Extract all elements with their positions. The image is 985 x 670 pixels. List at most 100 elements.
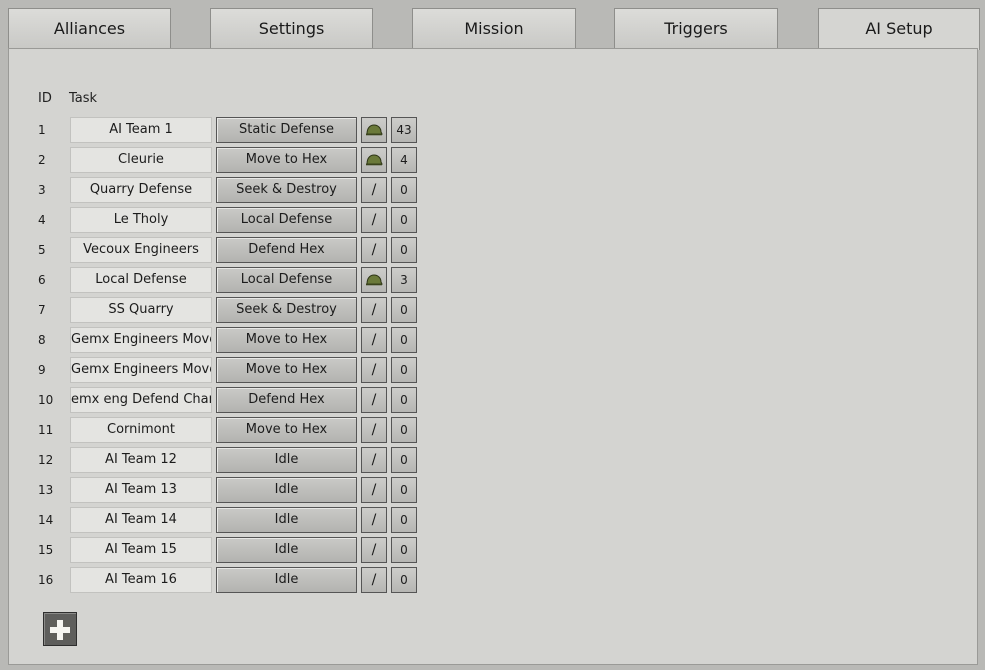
- table-row: 3 Quarry Defense Seek & Destroy / 0: [0, 177, 430, 203]
- row-id: 12: [38, 453, 54, 467]
- unit-toggle-button[interactable]: /: [361, 447, 387, 473]
- unit-toggle-button[interactable]: /: [361, 387, 387, 413]
- task-button[interactable]: Idle: [216, 537, 357, 563]
- task-button[interactable]: Local Defense: [216, 207, 357, 233]
- unit-toggle-button[interactable]: /: [361, 297, 387, 323]
- table-row: 9 Gemx Engineers Move I Move to Hex / 0: [0, 357, 430, 383]
- team-name-field[interactable]: Gemx Engineers Move I: [70, 357, 212, 383]
- unit-count-button[interactable]: 4: [391, 147, 417, 173]
- task-button[interactable]: Defend Hex: [216, 237, 357, 263]
- row-id: 11: [38, 423, 54, 437]
- task-button[interactable]: Local Defense: [216, 267, 357, 293]
- unit-count-button[interactable]: 0: [391, 417, 417, 443]
- unit-toggle-button[interactable]: /: [361, 567, 387, 593]
- row-id: 6: [38, 273, 46, 287]
- unit-toggle-button[interactable]: /: [361, 327, 387, 353]
- team-name-field[interactable]: AI Team 12: [70, 447, 212, 473]
- team-name-field[interactable]: Cleurie: [70, 147, 212, 173]
- team-name-field[interactable]: emx eng Defend Champ: [70, 387, 212, 413]
- unit-count-button[interactable]: 0: [391, 207, 417, 233]
- add-team-button[interactable]: [43, 612, 77, 646]
- unit-toggle-button[interactable]: /: [361, 177, 387, 203]
- table-row: 1 AI Team 1 Static Defense 43: [0, 117, 430, 143]
- slash-icon: /: [371, 332, 377, 348]
- slash-icon: /: [371, 512, 377, 528]
- tab-mission[interactable]: Mission: [412, 8, 576, 48]
- unit-toggle-button[interactable]: [361, 147, 387, 173]
- unit-count-button[interactable]: 0: [391, 507, 417, 533]
- team-name-field[interactable]: Gemx Engineers Move I: [70, 327, 212, 353]
- table-row: 12 AI Team 12 Idle / 0: [0, 447, 430, 473]
- unit-count-button[interactable]: 0: [391, 327, 417, 353]
- helmet-icon: [366, 274, 383, 286]
- slash-icon: /: [371, 212, 377, 228]
- tab-ai-setup[interactable]: AI Setup: [818, 8, 980, 50]
- tab-settings[interactable]: Settings: [210, 8, 373, 48]
- unit-count-button[interactable]: 0: [391, 357, 417, 383]
- table-row: 11 Cornimont Move to Hex / 0: [0, 417, 430, 443]
- team-name-field[interactable]: Local Defense: [70, 267, 212, 293]
- task-button[interactable]: Defend Hex: [216, 387, 357, 413]
- unit-count-button[interactable]: 0: [391, 237, 417, 263]
- team-name-field[interactable]: AI Team 16: [70, 567, 212, 593]
- task-button[interactable]: Move to Hex: [216, 417, 357, 443]
- unit-count-button[interactable]: 0: [391, 387, 417, 413]
- row-id: 14: [38, 513, 54, 527]
- table-row: 4 Le Tholy Local Defense / 0: [0, 207, 430, 233]
- task-button[interactable]: Idle: [216, 477, 357, 503]
- table-row: 15 AI Team 15 Idle / 0: [0, 537, 430, 563]
- team-name-field[interactable]: AI Team 15: [70, 537, 212, 563]
- row-id: 3: [38, 183, 46, 197]
- unit-toggle-button[interactable]: /: [361, 537, 387, 563]
- task-button[interactable]: Move to Hex: [216, 147, 357, 173]
- slash-icon: /: [371, 482, 377, 498]
- unit-count-button[interactable]: 3: [391, 267, 417, 293]
- slash-icon: /: [371, 392, 377, 408]
- row-id: 2: [38, 153, 46, 167]
- team-name-field[interactable]: Cornimont: [70, 417, 212, 443]
- unit-toggle-button[interactable]: [361, 117, 387, 143]
- team-name-field[interactable]: Vecoux Engineers: [70, 237, 212, 263]
- unit-toggle-button[interactable]: /: [361, 477, 387, 503]
- row-id: 4: [38, 213, 46, 227]
- task-button[interactable]: Idle: [216, 507, 357, 533]
- unit-count-button[interactable]: 0: [391, 477, 417, 503]
- unit-count-button[interactable]: 0: [391, 447, 417, 473]
- tab-triggers[interactable]: Triggers: [614, 8, 778, 48]
- unit-count-button[interactable]: 0: [391, 537, 417, 563]
- row-id: 8: [38, 333, 46, 347]
- team-name-field[interactable]: AI Team 1: [70, 117, 212, 143]
- unit-toggle-button[interactable]: /: [361, 357, 387, 383]
- task-button[interactable]: Seek & Destroy: [216, 177, 357, 203]
- slash-icon: /: [371, 542, 377, 558]
- slash-icon: /: [371, 452, 377, 468]
- unit-toggle-button[interactable]: /: [361, 207, 387, 233]
- task-button[interactable]: Idle: [216, 567, 357, 593]
- unit-count-button[interactable]: 0: [391, 177, 417, 203]
- slash-icon: /: [371, 422, 377, 438]
- plus-icon: [50, 620, 70, 640]
- unit-toggle-button[interactable]: [361, 267, 387, 293]
- unit-toggle-button[interactable]: /: [361, 417, 387, 443]
- table-row: 14 AI Team 14 Idle / 0: [0, 507, 430, 533]
- task-button[interactable]: Idle: [216, 447, 357, 473]
- task-button[interactable]: Static Defense: [216, 117, 357, 143]
- unit-count-button[interactable]: 0: [391, 567, 417, 593]
- task-button[interactable]: Move to Hex: [216, 327, 357, 353]
- helmet-icon: [366, 154, 383, 166]
- unit-toggle-button[interactable]: /: [361, 507, 387, 533]
- team-name-field[interactable]: AI Team 13: [70, 477, 212, 503]
- team-name-field[interactable]: AI Team 14: [70, 507, 212, 533]
- unit-toggle-button[interactable]: /: [361, 237, 387, 263]
- row-id: 1: [38, 123, 46, 137]
- row-id: 16: [38, 573, 54, 587]
- team-name-field[interactable]: SS Quarry: [70, 297, 212, 323]
- unit-count-button[interactable]: 43: [391, 117, 417, 143]
- task-button[interactable]: Move to Hex: [216, 357, 357, 383]
- unit-count-button[interactable]: 0: [391, 297, 417, 323]
- team-name-field[interactable]: Le Tholy: [70, 207, 212, 233]
- task-button[interactable]: Seek & Destroy: [216, 297, 357, 323]
- tab-alliances[interactable]: Alliances: [8, 8, 171, 48]
- team-name-field[interactable]: Quarry Defense: [70, 177, 212, 203]
- row-id: 9: [38, 363, 46, 377]
